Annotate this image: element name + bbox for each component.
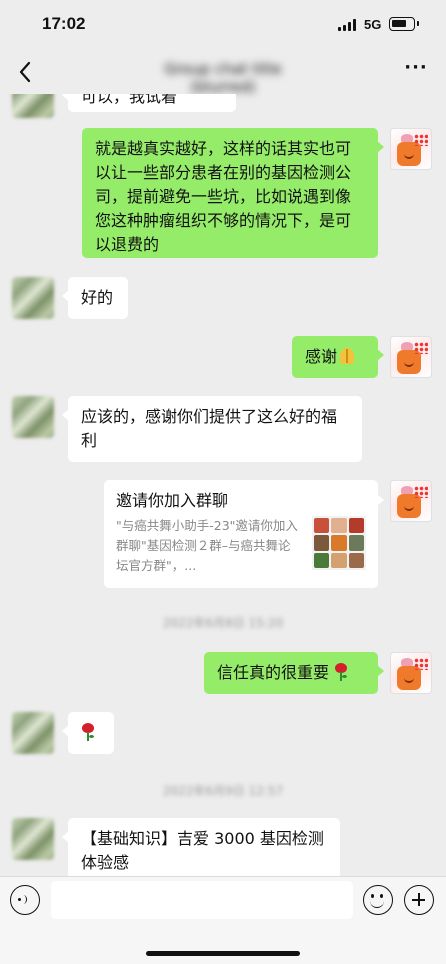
status-bar: 17:02 5G xyxy=(0,0,446,50)
invite-title: 邀请你加入群聊 xyxy=(116,491,229,510)
folded-hands-icon xyxy=(337,347,357,365)
message-bubble-left[interactable]: 应该的，感谢你们提供了这么好的福利 xyxy=(62,396,362,462)
message-bubble-left[interactable]: 可以，我试着 xyxy=(62,94,236,112)
chat-header: Group chat title (blurred) ··· xyxy=(0,50,446,96)
message-list[interactable]: 可以，我试着 就是越真实越好，这样的话其实也可以让一些部分患者在别的基因检测公司… xyxy=(0,94,446,876)
message-input[interactable] xyxy=(51,881,353,919)
contact-avatar[interactable] xyxy=(12,396,54,438)
rose-icon xyxy=(81,723,95,741)
chevron-left-icon[interactable] xyxy=(14,58,38,86)
message-text: 感谢 xyxy=(305,347,338,366)
message-bubble-left[interactable]: 好的 xyxy=(62,277,128,319)
message-bubble-right[interactable]: 就是越真实越好，这样的话其实也可以让一些部分患者在别的基因检测公司，提前避免一些… xyxy=(82,128,384,258)
more-dots-icon[interactable]: ··· xyxy=(404,59,428,81)
emoji-icon[interactable] xyxy=(363,885,393,915)
message-bubble-left[interactable]: 【基础知识】吉爱 3000 基因检测体验感 xyxy=(62,818,340,876)
message-bubble-left[interactable] xyxy=(62,712,114,754)
message-bubble-right[interactable]: 信任真的很重要 xyxy=(204,652,384,694)
timestamp: 2022年6月8日 15:20 xyxy=(162,616,284,630)
message-text: 应该的，感谢你们提供了这么好的福利 xyxy=(81,407,338,450)
self-avatar[interactable] xyxy=(390,480,432,522)
battery-icon xyxy=(389,17,419,31)
status-time: 17:02 xyxy=(42,14,86,33)
self-avatar[interactable] xyxy=(390,652,432,694)
self-avatar[interactable] xyxy=(390,128,432,170)
signal-icon xyxy=(338,19,358,31)
rose-icon xyxy=(334,663,348,681)
message-text: 信任真的很重要 xyxy=(217,663,330,682)
group-thumbnail xyxy=(312,516,366,570)
message-text: 就是越真实越好，这样的话其实也可以让一些部分患者在别的基因检测公司，提前避免一些… xyxy=(95,139,352,254)
contact-avatar[interactable] xyxy=(12,277,54,319)
contact-avatar[interactable] xyxy=(12,818,54,860)
message-text: 【基础知识】吉爱 3000 基因检测体验感 xyxy=(81,829,324,872)
input-bar xyxy=(0,876,446,964)
message-bubble-right[interactable]: 感谢 xyxy=(292,336,384,378)
timestamp: 2022年6月9日 12:57 xyxy=(162,784,284,798)
group-invite-card[interactable]: 邀请你加入群聊 "与癌共舞小助手-23"邀请你加入群聊"基因检测２群–与癌共舞论… xyxy=(104,480,384,588)
home-indicator[interactable] xyxy=(146,951,300,956)
message-text: 好的 xyxy=(81,288,114,307)
contact-avatar[interactable] xyxy=(12,712,54,754)
contact-avatar[interactable] xyxy=(12,94,54,118)
message-text: 可以，我试着 xyxy=(81,94,178,106)
chat-title: Group chat title (blurred) xyxy=(164,60,282,96)
self-avatar[interactable] xyxy=(390,336,432,378)
network-type: 5G xyxy=(364,17,382,32)
invite-description: "与癌共舞小助手-23"邀请你加入群聊"基因检测２群–与癌共舞论坛官方群"，..… xyxy=(116,518,298,573)
voice-icon[interactable] xyxy=(10,885,40,915)
plus-icon[interactable] xyxy=(404,885,434,915)
